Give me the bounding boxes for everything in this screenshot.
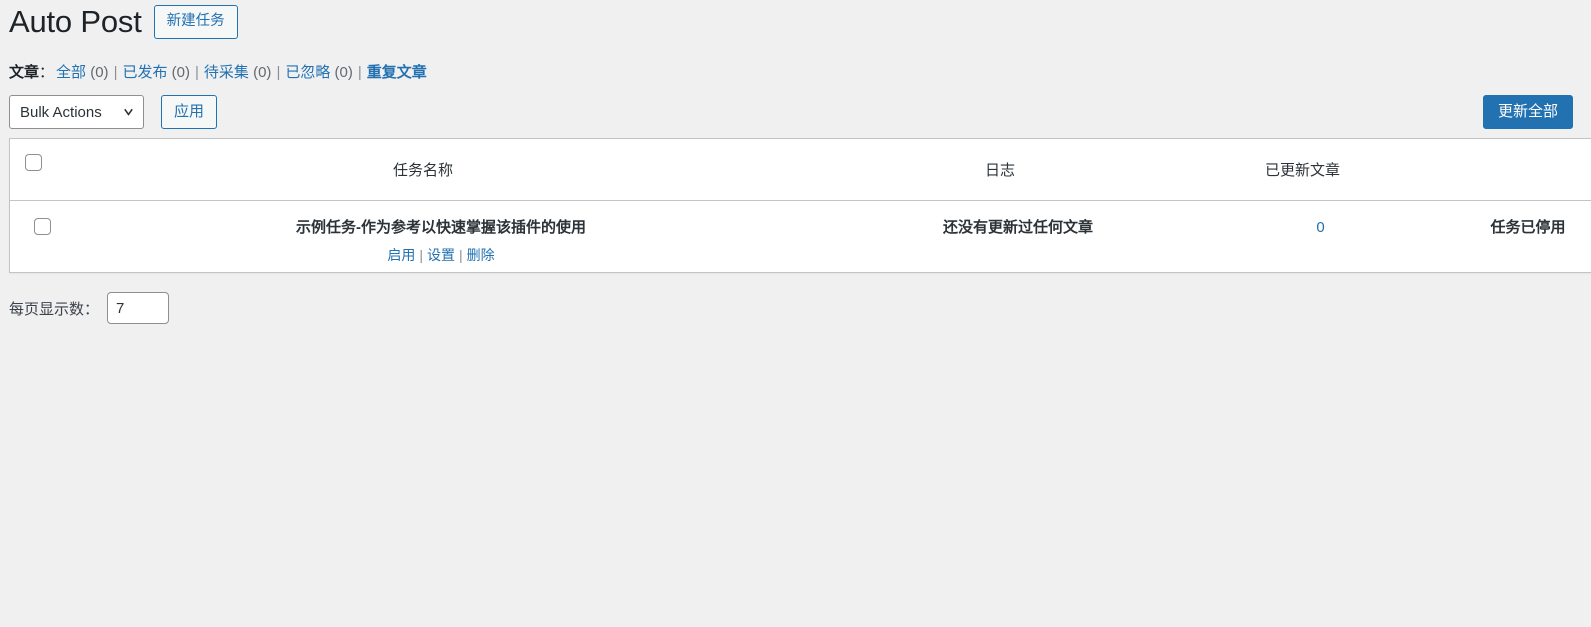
cell-task-name: 示例任务-作为参考以快速掌握该插件的使用 启用 | 设置 | 删除 xyxy=(74,201,808,272)
row-action-separator-1: | xyxy=(419,247,423,263)
column-header-task-name[interactable]: 任务名称 xyxy=(56,139,790,200)
apply-button[interactable]: 应用 xyxy=(161,95,218,129)
filter-link-pending[interactable]: 待采集 xyxy=(204,64,249,81)
row-actions: 启用 | 设置 | 删除 xyxy=(387,246,494,264)
chevron-down-icon xyxy=(124,108,133,116)
row-action-settings[interactable]: 设置 xyxy=(427,247,455,263)
filter-link-ignored[interactable]: 已忽略 xyxy=(285,64,330,81)
column-header-updated-posts[interactable]: 已更新文章 xyxy=(1210,139,1395,200)
filter-label: 文章 xyxy=(9,64,40,81)
filter-count-published: (0) xyxy=(171,64,190,81)
filter-link-published[interactable]: 已发布 xyxy=(122,64,167,81)
post-status-filter-links: 文章： 全部 (0) | 已发布 (0) | 待采集 (0) | 已忽略 (0) | 重复文章 xyxy=(9,62,427,84)
filter-count-all: (0) xyxy=(90,64,109,81)
table-header-row: 任务名称 日志 已更新文章 xyxy=(10,139,1591,201)
filter-separator-2: | xyxy=(195,64,199,81)
row-action-delete[interactable]: 删除 xyxy=(467,247,495,263)
task-name-link[interactable]: 示例任务-作为参考以快速掌握该插件的使用 xyxy=(296,218,586,238)
cell-status: 任务已停用 xyxy=(1413,201,1591,272)
auto-post-admin-page: Auto Post 新建任务 文章： 全部 (0) | 已发布 (0) | 待采集 (0)… xyxy=(0,0,1591,627)
cell-updated-posts: 0 xyxy=(1228,201,1413,272)
row-action-enable[interactable]: 启用 xyxy=(387,247,415,263)
column-header-status xyxy=(1395,139,1591,200)
row-select-cell xyxy=(10,201,74,272)
per-page-input[interactable] xyxy=(107,292,170,324)
filter-colon: ： xyxy=(39,64,55,81)
page-header: Auto Post 新建任务 xyxy=(9,0,238,44)
select-all-cell xyxy=(10,139,56,200)
filter-count-pending: (0) xyxy=(253,64,272,81)
select-all-checkbox[interactable] xyxy=(24,154,42,171)
update-all-button[interactable]: 更新全部 xyxy=(1483,95,1574,129)
filter-separator-4: | xyxy=(357,64,362,81)
tasks-table: 任务名称 日志 已更新文章 示例任务-作为参考以快速掌握该插件的使用 启用 | 设置… xyxy=(9,138,1591,273)
updated-posts-count-link[interactable]: 0 xyxy=(1316,218,1324,238)
filter-separator-1: | xyxy=(113,64,118,81)
per-page-control: 每页显示数： xyxy=(9,292,170,324)
new-task-button[interactable]: 新建任务 xyxy=(153,5,238,39)
column-header-log[interactable]: 日志 xyxy=(790,139,1210,200)
bulk-actions-selected-value: Bulk Actions xyxy=(20,103,102,121)
filter-link-duplicate[interactable]: 重复文章 xyxy=(367,64,427,81)
cell-log: 还没有更新过任何文章 xyxy=(808,201,1228,272)
table-toolbar: Bulk Actions 应用 更新全部 xyxy=(9,95,1591,133)
filter-separator-3: | xyxy=(276,64,281,81)
filter-count-ignored: (0) xyxy=(334,64,353,81)
row-select-checkbox[interactable] xyxy=(33,218,51,235)
per-page-label: 每页显示数： xyxy=(9,300,100,318)
bulk-actions-select[interactable]: Bulk Actions xyxy=(9,95,144,129)
log-text: 还没有更新过任何文章 xyxy=(942,219,1093,236)
row-action-separator-2: | xyxy=(459,247,463,263)
filter-link-all[interactable]: 全部 xyxy=(56,64,86,81)
table-row: 示例任务-作为参考以快速掌握该插件的使用 启用 | 设置 | 删除 还没有更新过任何文章… xyxy=(10,201,1591,272)
page-title: Auto Post xyxy=(9,3,142,39)
status-badge: 任务已停用 xyxy=(1490,219,1566,236)
